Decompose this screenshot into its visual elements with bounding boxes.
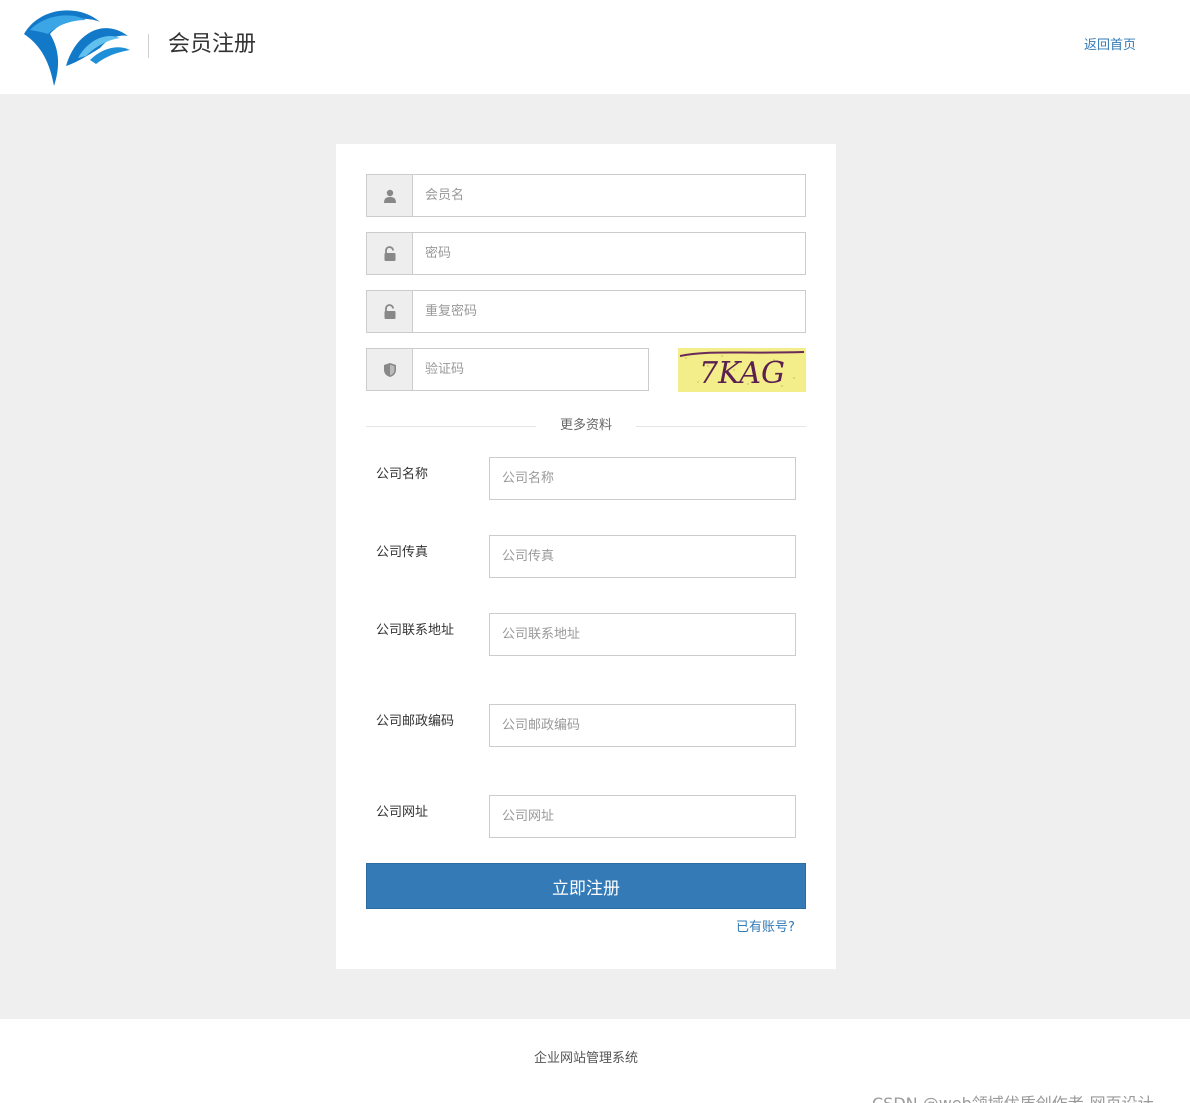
company-address-input[interactable] bbox=[489, 613, 796, 656]
captcha-input[interactable] bbox=[412, 348, 649, 391]
company-website-field bbox=[489, 795, 796, 838]
header: 会员注册 返回首页 bbox=[0, 0, 1190, 94]
watermark-text: CSDN @web领域优质创作者-网页设计 bbox=[872, 1093, 1154, 1103]
company-name-field bbox=[489, 457, 796, 500]
captcha-image[interactable]: 7KAG bbox=[678, 348, 806, 392]
company-name-label: 公司名称 bbox=[376, 467, 429, 482]
unlock-icon bbox=[366, 290, 412, 333]
company-fax-label: 公司传真 bbox=[376, 545, 429, 560]
company-website-input[interactable] bbox=[489, 795, 796, 838]
captcha-group bbox=[366, 348, 649, 391]
user-icon bbox=[366, 174, 412, 217]
captcha-text: 7KAG bbox=[699, 356, 785, 391]
unlock-icon bbox=[366, 232, 412, 275]
username-group bbox=[366, 174, 806, 217]
shield-icon bbox=[366, 348, 412, 391]
company-postcode-label: 公司邮政编码 bbox=[376, 714, 455, 729]
site-logo[interactable] bbox=[20, 4, 132, 88]
footer: 企业网站管理系统 CSDN @web领域优质创作者-网页设计 bbox=[0, 1019, 1190, 1103]
more-info-label: 更多资料 bbox=[559, 418, 612, 433]
company-postcode-field bbox=[489, 704, 796, 747]
existing-account-link[interactable]: 已有账号? bbox=[736, 919, 795, 937]
password-group bbox=[366, 232, 806, 275]
company-postcode-input[interactable] bbox=[489, 704, 796, 747]
header-separator bbox=[148, 34, 149, 58]
company-address-field bbox=[489, 613, 796, 656]
company-website-label: 公司网址 bbox=[376, 805, 429, 820]
company-fax-input[interactable] bbox=[489, 535, 796, 578]
password-input[interactable] bbox=[412, 232, 806, 275]
company-name-input[interactable] bbox=[489, 457, 796, 500]
repeat-password-input[interactable] bbox=[412, 290, 806, 333]
company-address-label: 公司联系地址 bbox=[376, 623, 455, 638]
more-info-divider: 更多资料 bbox=[366, 416, 806, 436]
username-input[interactable] bbox=[412, 174, 806, 217]
back-home-link[interactable]: 返回首页 bbox=[1084, 37, 1136, 55]
company-fax-field bbox=[489, 535, 796, 578]
register-card: 7KAG 更多资料 公司名称 公司传真 公司联系地址 公司邮政编码 公司网址 立… bbox=[336, 144, 836, 969]
repeat-password-group bbox=[366, 290, 806, 333]
register-button[interactable]: 立即注册 bbox=[366, 863, 806, 909]
footer-text: 企业网站管理系统 bbox=[533, 1051, 638, 1066]
page-title: 会员注册 bbox=[168, 32, 257, 57]
